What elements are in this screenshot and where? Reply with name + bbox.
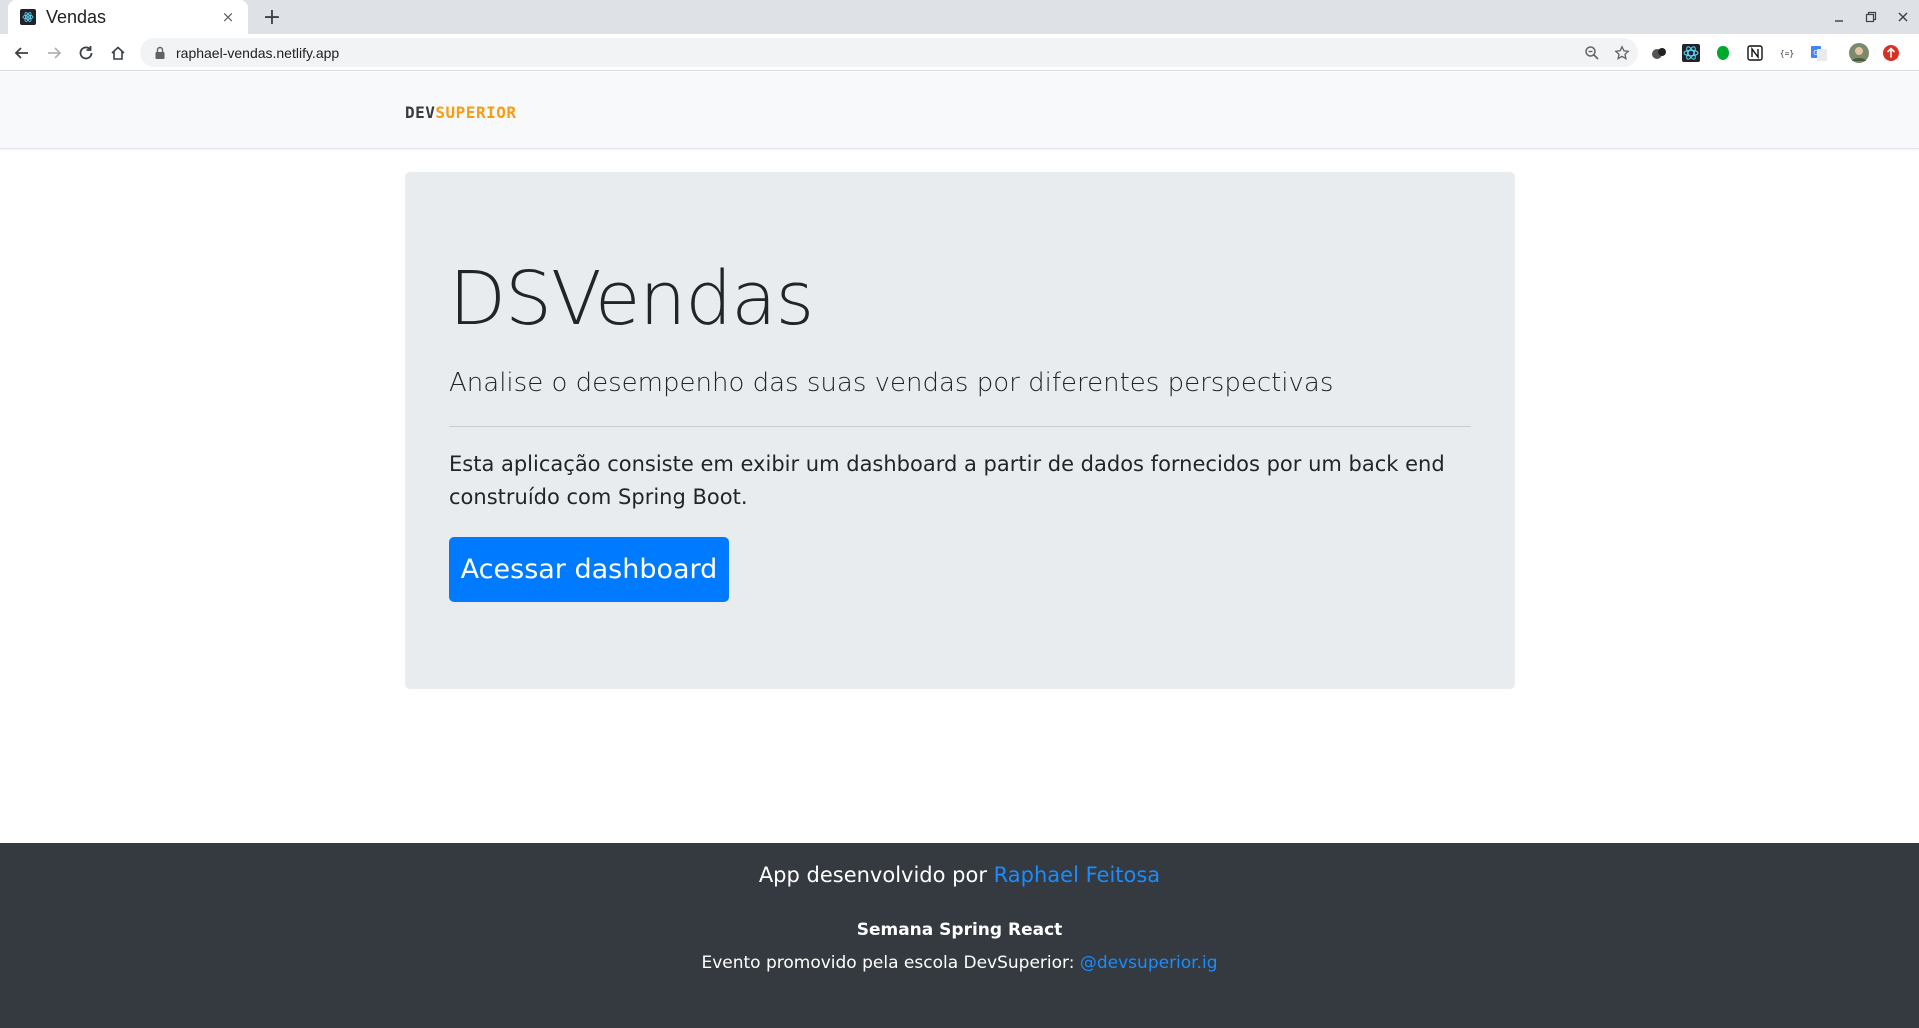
devsuperior-logo[interactable]: DEVSUPERIOR [405, 103, 516, 122]
json-formatter-icon[interactable]: {=} [1776, 42, 1798, 64]
reload-button[interactable] [72, 39, 100, 67]
promoted-by-text: Evento promovido pela escola DevSuperior… [701, 953, 1080, 973]
browser-tab[interactable]: Vendas × [8, 0, 248, 34]
lead-text: Analise o desempenho das suas vendas por… [449, 368, 1334, 398]
logo-dev-text: DEV [405, 103, 436, 122]
home-icon [111, 46, 125, 60]
evernote-icon[interactable] [1712, 42, 1734, 64]
instagram-link[interactable]: @devsuperior.ig [1080, 953, 1218, 973]
zoom-icon[interactable] [1584, 45, 1600, 61]
url-text: raphael-vendas.netlify.app [176, 44, 340, 61]
footer: App desenvolvido por Raphael Feitosa Sem… [0, 843, 1919, 1028]
minimize-button[interactable] [1823, 0, 1855, 34]
footer-promotion: Evento promovido pela escola DevSuperior… [0, 953, 1919, 973]
lock-icon [155, 46, 165, 59]
back-arrow-icon [14, 47, 28, 59]
page-title: DSVendas [449, 256, 814, 342]
jumbotron: DSVendas Analise o desempenho das suas v… [405, 172, 1515, 689]
update-icon[interactable] [1880, 42, 1902, 64]
event-title: Semana Spring React [856, 920, 1063, 940]
react-devtools-icon[interactable] [1680, 42, 1702, 64]
forward-button[interactable] [40, 39, 68, 67]
browser-toolbar: raphael-vendas.netlify.app {=} G [0, 34, 1919, 71]
reload-icon [79, 46, 93, 60]
profile-avatar-icon[interactable] [1848, 42, 1870, 64]
svg-text:{=}: {=} [1780, 49, 1794, 58]
browser-tabstrip: Vendas × + [0, 0, 1919, 34]
new-tab-button[interactable]: + [258, 3, 286, 31]
forward-arrow-icon [48, 47, 62, 59]
restore-button[interactable] [1855, 0, 1887, 34]
description-text: Esta aplicação consiste em exibir um das… [449, 452, 1445, 509]
logo-superior-text: SUPERIOR [435, 103, 517, 122]
extension-dark-icon[interactable] [1648, 42, 1670, 64]
home-button[interactable] [104, 39, 132, 67]
react-favicon-icon [20, 9, 36, 25]
developed-by-text: App desenvolvido por [758, 863, 994, 887]
back-button[interactable] [8, 39, 36, 67]
author-link[interactable]: Raphael Feitosa [994, 863, 1161, 887]
google-translate-icon[interactable]: G [1808, 42, 1830, 64]
address-bar[interactable]: raphael-vendas.netlify.app [140, 38, 1638, 67]
svg-text:G: G [1813, 49, 1818, 57]
navbar: DEVSUPERIOR [0, 72, 1919, 149]
tab-title: Vendas [46, 6, 107, 27]
divider [449, 426, 1471, 427]
page-content: DEVSUPERIOR DSVendas Analise o desempenh… [0, 72, 1919, 1028]
tab-close-icon[interactable]: × [218, 8, 238, 26]
close-window-button[interactable] [1887, 0, 1919, 34]
bookmark-star-icon[interactable] [1614, 44, 1630, 61]
window-controls [1823, 0, 1919, 34]
access-dashboard-button[interactable]: Acessar dashboard [449, 537, 729, 602]
notion-icon[interactable] [1744, 42, 1766, 64]
extensions-area: {=} G [1648, 40, 1902, 66]
footer-credits: App desenvolvido por Raphael Feitosa [0, 863, 1919, 887]
